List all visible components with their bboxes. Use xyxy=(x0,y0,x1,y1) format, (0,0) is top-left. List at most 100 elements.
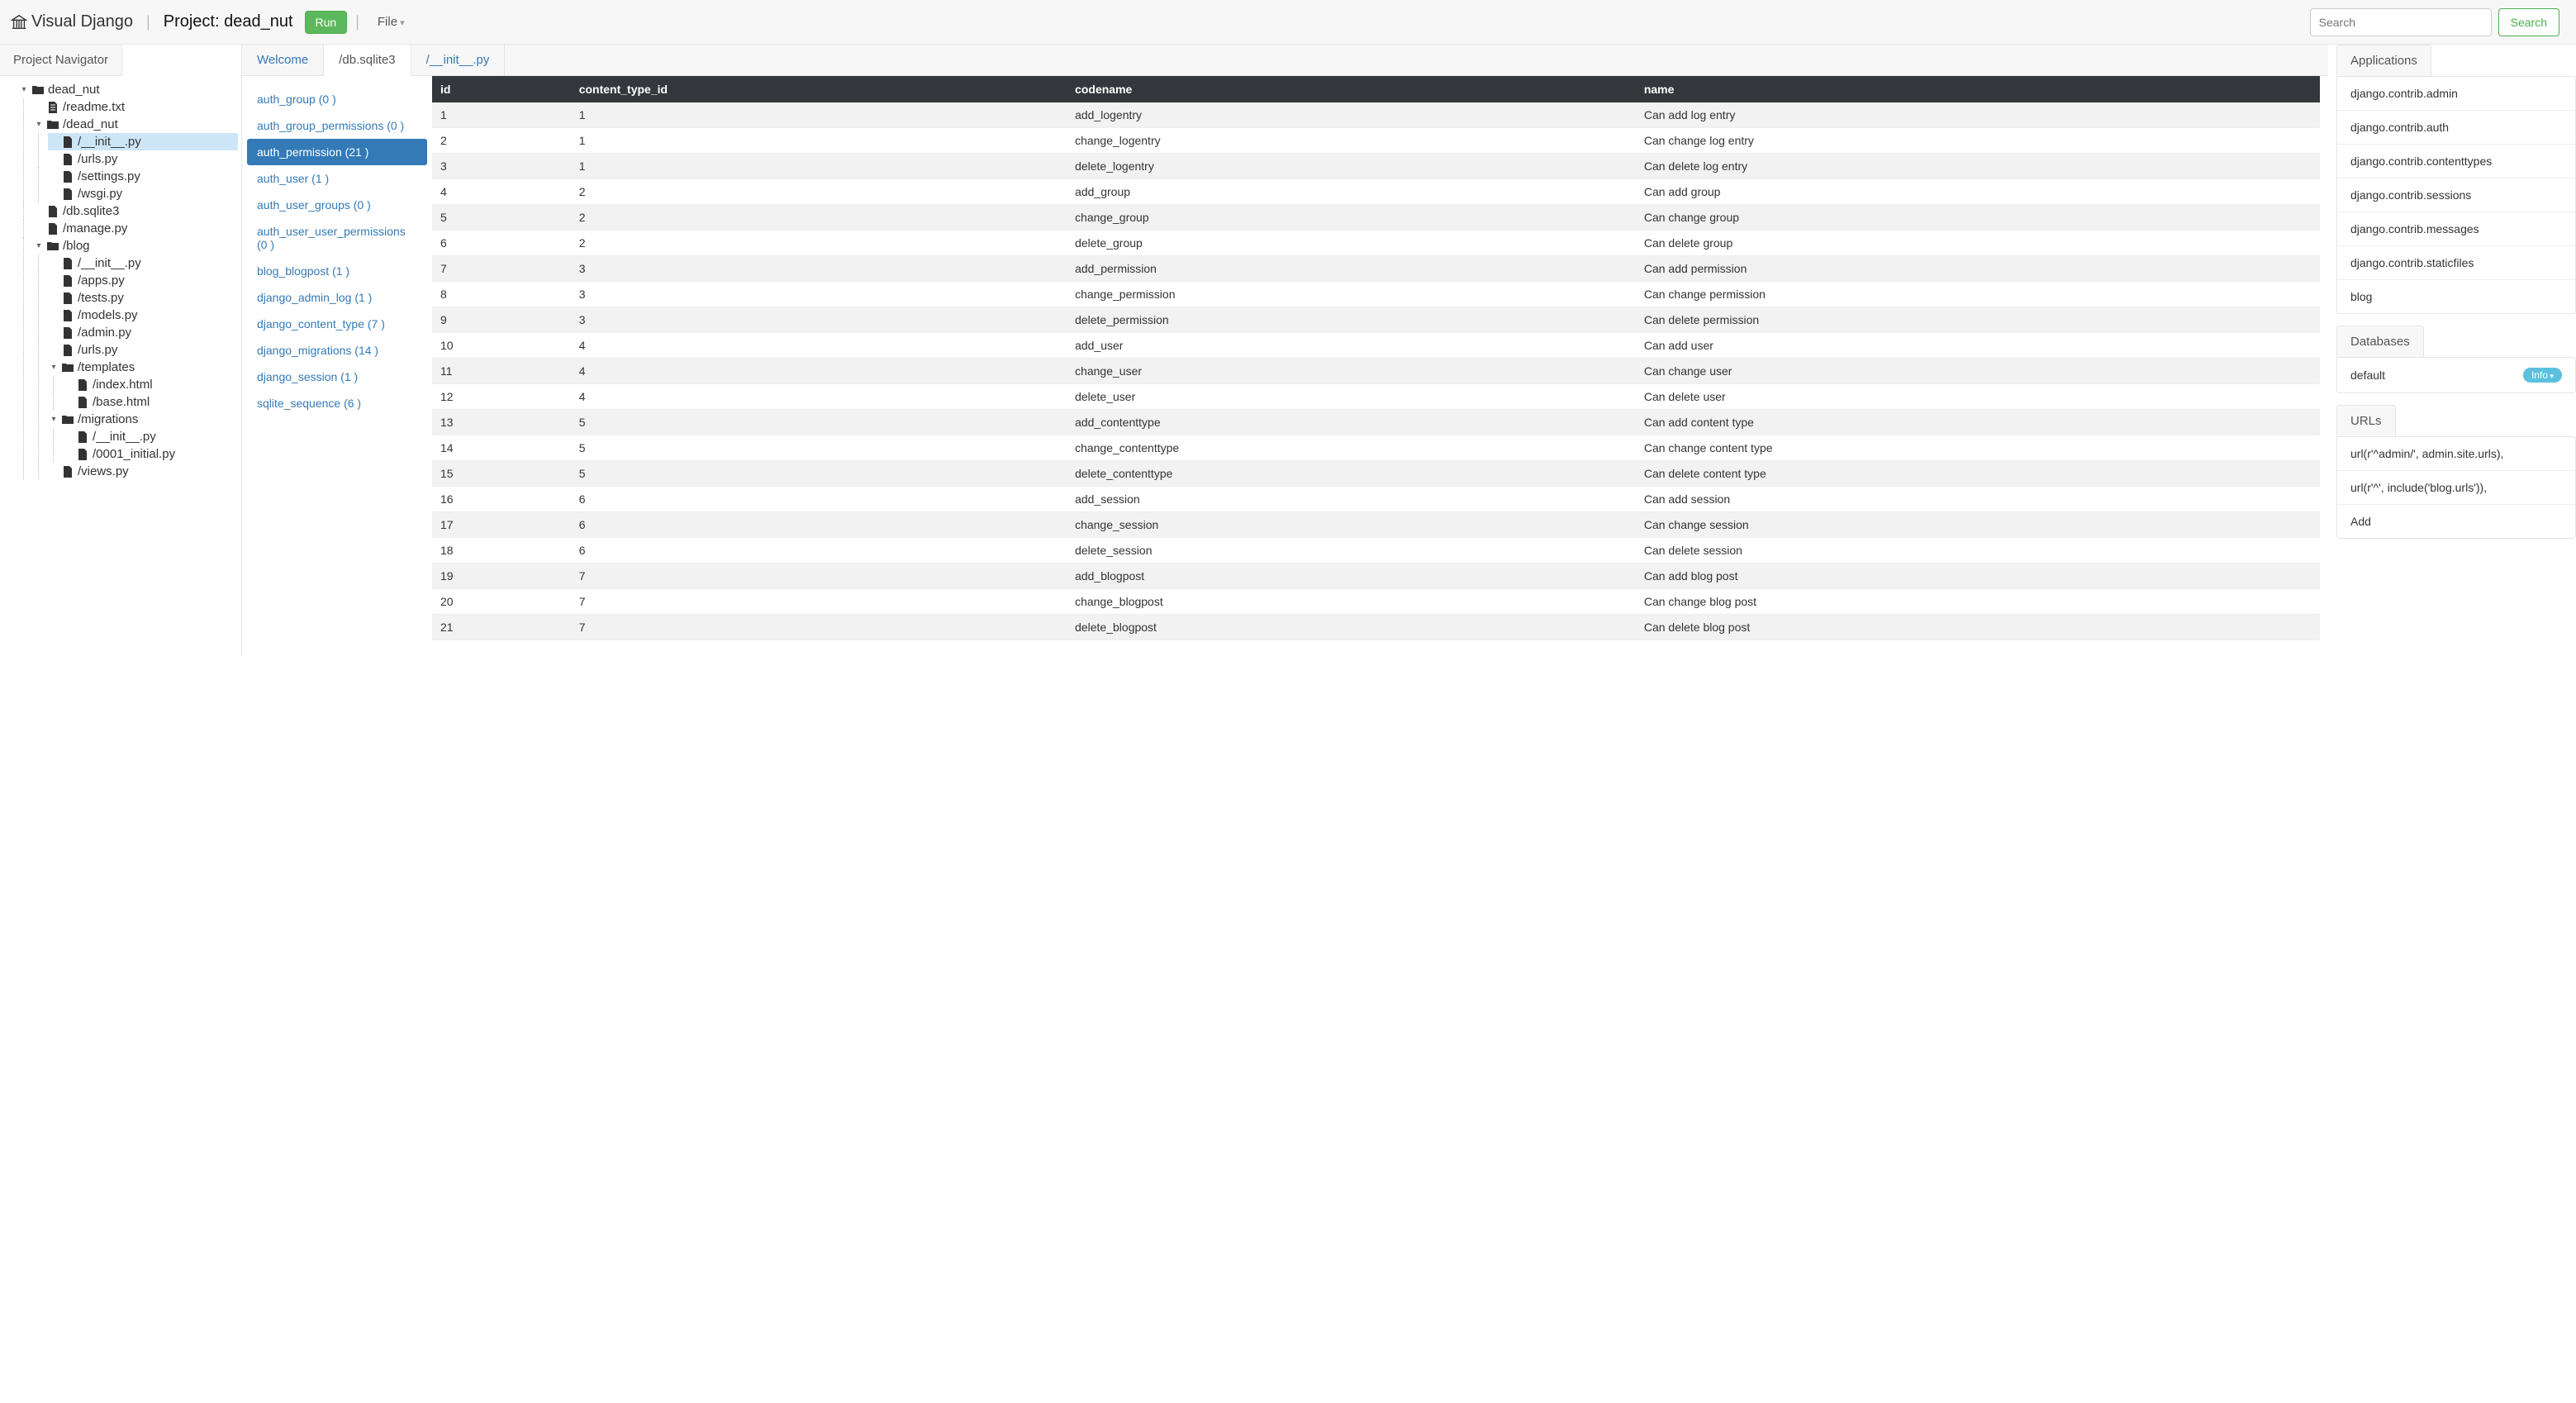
tab-db[interactable]: /db.sqlite3 xyxy=(324,45,411,76)
db-table-link[interactable]: auth_group_permissions (0 ) xyxy=(247,112,427,139)
url-item[interactable]: url(r'^', include('blog.urls')), xyxy=(2337,471,2575,505)
tree-file[interactable]: /tests.py xyxy=(48,289,238,307)
app-item[interactable]: django.contrib.staticfiles xyxy=(2337,246,2575,280)
tree-file[interactable]: /__init__.py xyxy=(63,428,238,445)
applications-tab[interactable]: Applications xyxy=(2336,45,2431,76)
app-item[interactable]: django.contrib.admin xyxy=(2337,77,2575,111)
file-icon xyxy=(46,101,59,114)
file-menu[interactable]: File xyxy=(371,11,411,33)
tree-file[interactable]: /base.html xyxy=(63,393,238,411)
url-add[interactable]: Add xyxy=(2337,505,2575,538)
db-table-link[interactable]: django_migrations (14 ) xyxy=(247,337,427,364)
tree-file[interactable]: /__init__.py xyxy=(48,254,238,272)
table-row[interactable]: 62delete_groupCan delete group xyxy=(432,231,2320,256)
db-table-link[interactable]: auth_user (1 ) xyxy=(247,165,427,192)
tree-file[interactable]: /models.py xyxy=(48,307,238,324)
db-table-link[interactable]: django_content_type (7 ) xyxy=(247,311,427,337)
tree-folder[interactable]: ▾/blog xyxy=(33,237,238,254)
db-table-link[interactable]: django_session (1 ) xyxy=(247,364,427,390)
table-row[interactable]: 176change_sessionCan change session xyxy=(432,512,2320,538)
tree-file[interactable]: /urls.py xyxy=(48,150,238,168)
tab-welcome[interactable]: Welcome xyxy=(242,45,324,75)
db-table-link[interactable]: django_admin_log (1 ) xyxy=(247,284,427,311)
app-item[interactable]: django.contrib.contenttypes xyxy=(2337,145,2575,178)
table-cell: 5 xyxy=(571,410,1067,435)
table-row[interactable]: 124delete_userCan delete user xyxy=(432,384,2320,410)
file-icon xyxy=(61,188,74,201)
search-button[interactable]: Search xyxy=(2498,8,2559,36)
app-item[interactable]: django.contrib.messages xyxy=(2337,212,2575,246)
tree-file[interactable]: /index.html xyxy=(63,376,238,393)
table-cell: delete_logentry xyxy=(1067,154,1636,179)
table-row[interactable]: 104add_userCan add user xyxy=(432,333,2320,359)
table-row[interactable]: 42add_groupCan add group xyxy=(432,179,2320,205)
table-row[interactable]: 197add_blogpostCan add blog post xyxy=(432,564,2320,589)
table-cell: 18 xyxy=(432,538,571,564)
table-row[interactable]: 93delete_permissionCan delete permission xyxy=(432,307,2320,333)
tree-file[interactable]: /db.sqlite3 xyxy=(33,202,238,220)
db-table-link[interactable]: auth_user_user_permissions (0 ) xyxy=(247,218,427,258)
tree-file[interactable]: /admin.py xyxy=(48,324,238,341)
col-header[interactable]: codename xyxy=(1067,76,1636,102)
table-row[interactable]: 135add_contenttypeCan add content type xyxy=(432,410,2320,435)
search-input[interactable] xyxy=(2310,8,2492,36)
col-header[interactable]: content_type_id xyxy=(571,76,1067,102)
tree-folder-root[interactable]: ▾dead_nut xyxy=(18,81,238,98)
tree-file[interactable]: /settings.py xyxy=(48,168,238,185)
project-navigator-panel: Project Navigator ▾dead_nut /readme.txt … xyxy=(0,45,242,657)
db-table-link[interactable]: blog_blogpost (1 ) xyxy=(247,258,427,284)
tree-file[interactable]: /manage.py xyxy=(33,220,238,237)
table-cell: 4 xyxy=(571,359,1067,384)
tree-label: /index.html xyxy=(93,378,153,392)
tree-file[interactable]: /urls.py xyxy=(48,341,238,359)
tree-folder[interactable]: ▾/dead_nut xyxy=(33,116,238,133)
url-item[interactable]: url(r'^admin/', admin.site.urls), xyxy=(2337,437,2575,471)
table-row[interactable]: 155delete_contenttypeCan delete content … xyxy=(432,461,2320,487)
tree-file[interactable]: /views.py xyxy=(48,463,238,480)
db-table-link[interactable]: auth_permission (21 ) xyxy=(247,139,427,165)
brand[interactable]: Visual Django xyxy=(10,12,133,31)
tree-file[interactable]: /__init__.py xyxy=(48,133,238,150)
table-row[interactable]: 207change_blogpostCan change blog post xyxy=(432,589,2320,615)
tree-folder[interactable]: ▾/migrations xyxy=(48,411,238,428)
table-row[interactable]: 166add_sessionCan add session xyxy=(432,487,2320,512)
db-table-link[interactable]: auth_user_groups (0 ) xyxy=(247,192,427,218)
tree-label: /tests.py xyxy=(78,291,124,305)
tree-file[interactable]: /wsgi.py xyxy=(48,185,238,202)
table-cell: 16 xyxy=(432,487,571,512)
table-cell: Can add group xyxy=(1636,179,2320,205)
tree-file[interactable]: /readme.txt xyxy=(33,98,238,116)
table-row[interactable]: 21change_logentryCan change log entry xyxy=(432,128,2320,154)
table-row[interactable]: 186delete_sessionCan delete session xyxy=(432,538,2320,564)
table-row[interactable]: 31delete_logentryCan delete log entry xyxy=(432,154,2320,179)
db-table-link[interactable]: sqlite_sequence (6 ) xyxy=(247,390,427,416)
urls-tab[interactable]: URLs xyxy=(2336,405,2396,436)
table-row[interactable]: 73add_permissionCan add permission xyxy=(432,256,2320,282)
project-navigator-tab[interactable]: Project Navigator xyxy=(0,45,122,76)
app-item[interactable]: django.contrib.sessions xyxy=(2337,178,2575,212)
databases-tab[interactable]: Databases xyxy=(2336,326,2424,357)
tree-file[interactable]: /0001_initial.py xyxy=(63,445,238,463)
table-cell: Can add session xyxy=(1636,487,2320,512)
database-item[interactable]: default Info xyxy=(2337,358,2575,392)
tree-folder[interactable]: ▾/templates xyxy=(48,359,238,376)
run-button[interactable]: Run xyxy=(305,11,348,34)
app-item[interactable]: blog xyxy=(2337,280,2575,313)
col-header[interactable]: name xyxy=(1636,76,2320,102)
tab-init[interactable]: /__init__.py xyxy=(411,45,506,75)
tree-file[interactable]: /apps.py xyxy=(48,272,238,289)
col-header[interactable]: id xyxy=(432,76,571,102)
table-row[interactable]: 52change_groupCan change group xyxy=(432,205,2320,231)
table-row[interactable]: 11add_logentryCan add log entry xyxy=(432,102,2320,128)
table-cell: Can change content type xyxy=(1636,435,2320,461)
info-badge[interactable]: Info xyxy=(2523,368,2562,383)
file-icon xyxy=(61,309,74,322)
table-row[interactable]: 145change_contenttypeCan change content … xyxy=(432,435,2320,461)
table-cell: 6 xyxy=(432,231,571,256)
db-table-link[interactable]: auth_group (0 ) xyxy=(247,86,427,112)
table-cell: 6 xyxy=(571,538,1067,564)
table-row[interactable]: 217delete_blogpostCan delete blog post xyxy=(432,615,2320,640)
table-row[interactable]: 114change_userCan change user xyxy=(432,359,2320,384)
app-item[interactable]: django.contrib.auth xyxy=(2337,111,2575,145)
table-row[interactable]: 83change_permissionCan change permission xyxy=(432,282,2320,307)
